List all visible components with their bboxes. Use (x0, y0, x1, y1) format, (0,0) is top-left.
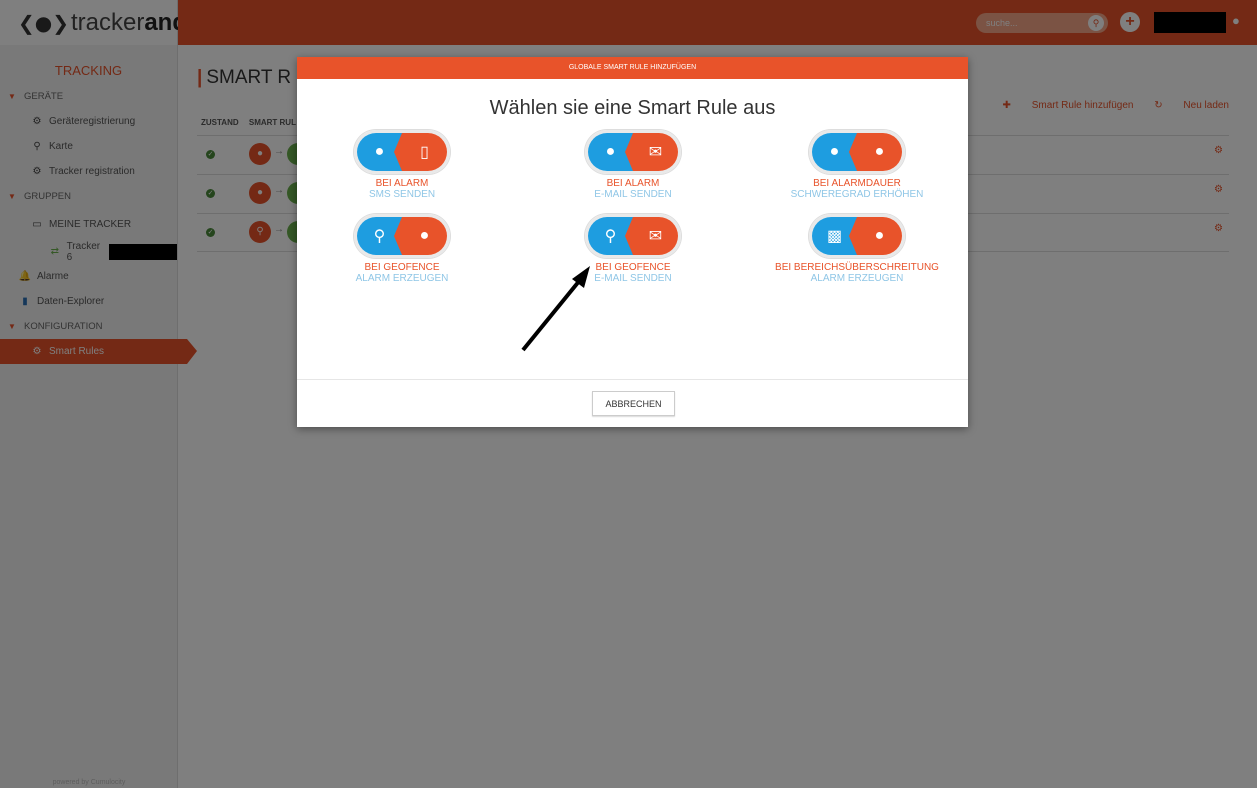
arrow-shaft (521, 278, 582, 352)
annotation-arrow (521, 266, 590, 352)
